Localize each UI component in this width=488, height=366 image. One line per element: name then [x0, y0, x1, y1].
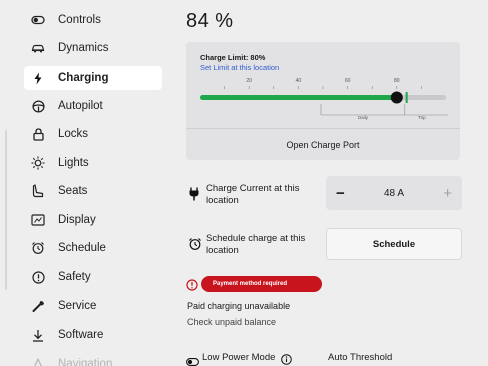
download-icon [30, 327, 46, 343]
scale-tick-label: 80 [394, 78, 400, 84]
scale-minor-ticks [224, 86, 422, 89]
scale-tick-label: 60 [345, 78, 351, 84]
sun-icon [30, 155, 46, 171]
zone-label-daily: Daily [358, 115, 369, 120]
wrench-icon [30, 298, 46, 314]
sidebar-item-dynamics[interactable]: Dynamics [24, 36, 162, 60]
bolt-icon [30, 70, 46, 86]
scale-tick-labels: 20 40 60 80 [246, 78, 399, 84]
open-charge-port-button[interactable]: Open Charge Port [186, 129, 460, 160]
charge-limit-card: Charge Limit: 80% Set Limit at this loca… [186, 42, 460, 160]
charge-current-value: 48 A [383, 187, 405, 199]
sidebar-item-software[interactable]: Software [24, 323, 162, 347]
sidebar-item-label: Navigation [58, 358, 113, 366]
plug-icon [188, 187, 202, 201]
charge-limit-slider[interactable]: 20 40 60 80 Daily Trip [186, 42, 460, 128]
sidebar-item-label: Charging [58, 72, 109, 84]
scale-tick-label: 40 [296, 78, 302, 84]
charge-current-stepper[interactable]: − 48 A + [326, 176, 462, 210]
toggle-icon[interactable] [186, 353, 199, 366]
alert-circle-icon [30, 269, 46, 285]
sidebar-scrollbar[interactable] [5, 130, 7, 290]
sidebar-item-label: Safety [58, 271, 91, 283]
sidebar-item-label: Controls [58, 14, 101, 26]
schedule-charge-label: Schedule charge at this location [206, 233, 306, 256]
current-charge-marker [405, 92, 408, 103]
sidebar-item-label: Software [58, 329, 104, 341]
lock-icon [30, 126, 46, 142]
decrease-current-button[interactable]: − [336, 185, 345, 202]
sidebar-item-controls[interactable]: Controls [24, 8, 162, 32]
sidebar-item-service[interactable]: Service [24, 294, 162, 318]
slider-knob [390, 91, 403, 104]
auto-threshold-label: Auto Threshold [328, 352, 393, 363]
low-power-mode-label: Low Power Mode [202, 352, 276, 363]
sidebar-item-label: Dynamics [58, 42, 109, 54]
payment-required-badge: Payment method required [201, 276, 322, 292]
seat-icon [30, 183, 46, 199]
charge-current-label: Charge Current at this location [206, 183, 300, 206]
steering-wheel-icon [30, 98, 46, 114]
car-icon [30, 40, 46, 56]
paid-charging-status: Paid charging unavailable [187, 301, 291, 311]
sidebar-item-label: Locks [58, 128, 89, 140]
alert-circle-icon [186, 278, 198, 291]
navigation-icon [30, 356, 46, 366]
sidebar-item-label: Seats [58, 185, 88, 197]
sidebar-item-navigation[interactable]: Navigation [24, 352, 162, 366]
display-icon [30, 212, 46, 228]
sidebar-item-safety[interactable]: Safety [24, 265, 162, 289]
sidebar-item-display[interactable]: Display [24, 208, 162, 232]
sidebar-item-label: Autopilot [58, 100, 103, 112]
check-balance-link[interactable]: Check unpaid balance [187, 317, 276, 327]
sidebar-item-label: Service [58, 300, 97, 312]
increase-current-button[interactable]: + [443, 185, 452, 202]
sidebar-item-schedule[interactable]: Schedule [24, 236, 162, 260]
scale-tick-label: 20 [246, 78, 252, 84]
sidebar-item-autopilot[interactable]: Autopilot [24, 94, 162, 118]
alarm-clock-icon [30, 240, 46, 256]
toggle-icon [30, 12, 46, 28]
schedule-button[interactable]: Schedule [326, 228, 462, 260]
sidebar-item-label: Lights [58, 157, 89, 169]
slider-fill [200, 95, 397, 100]
sidebar-item-locks[interactable]: Locks [24, 122, 162, 146]
sidebar-item-seats[interactable]: Seats [24, 179, 162, 203]
alarm-clock-icon [188, 237, 202, 251]
sidebar: Controls Dynamics Charging Autopilot Loc… [0, 0, 172, 366]
battery-percentage: 84 % [186, 10, 234, 32]
sidebar-item-lights[interactable]: Lights [24, 151, 162, 175]
info-icon[interactable] [281, 352, 292, 365]
sidebar-item-label: Schedule [58, 242, 106, 254]
zone-label-trip: Trip [418, 115, 426, 120]
sidebar-item-label: Display [58, 214, 96, 226]
sidebar-item-charging[interactable]: Charging [24, 66, 162, 90]
